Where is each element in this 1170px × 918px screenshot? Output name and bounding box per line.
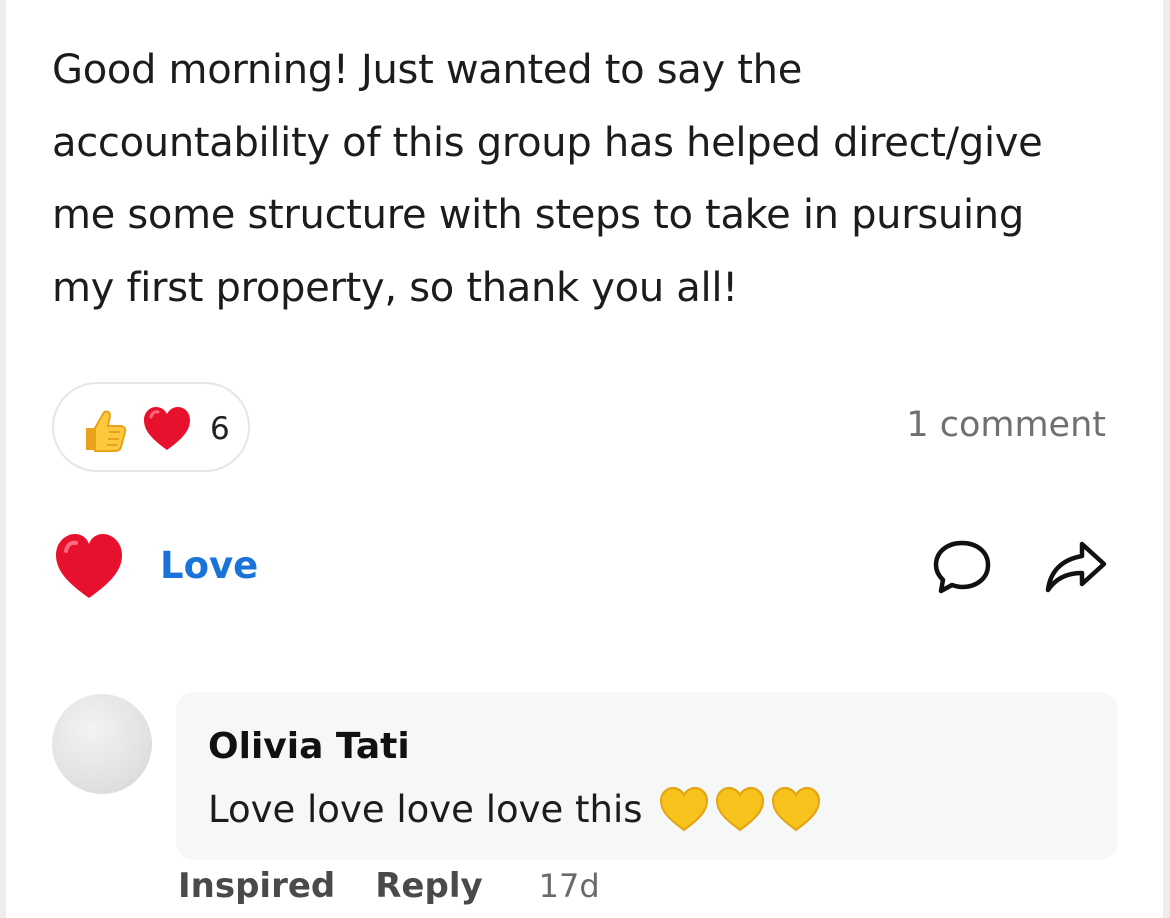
reply-button[interactable]: Reply <box>375 866 482 906</box>
right-frame-border <box>1163 0 1170 918</box>
comment-actions: Inspired Reply 17d <box>178 866 600 906</box>
comment-body: Love love love love this <box>208 784 825 834</box>
comment-text: Love love love love this <box>208 787 643 831</box>
left-frame-border <box>0 0 6 918</box>
comment-bubble: Olivia Tati Love love love love this <box>176 692 1118 860</box>
reaction-summary-pill[interactable]: 6 <box>52 382 250 472</box>
red-heart-icon <box>144 407 190 450</box>
speech-bubble-icon[interactable] <box>930 538 994 596</box>
comment-emojis <box>657 784 825 834</box>
comment-count-link[interactable]: 1 comment <box>906 405 1106 445</box>
comment-timestamp: 17d <box>538 867 600 905</box>
comment-reaction-button[interactable]: Inspired <box>178 866 335 906</box>
comment-author-name[interactable]: Olivia Tati <box>208 726 410 767</box>
post-body-text: Good morning! Just wanted to say the acc… <box>52 47 1043 311</box>
share-arrow-icon[interactable] <box>1040 538 1110 594</box>
yellow-heart-icon <box>659 786 708 832</box>
reaction-count: 6 <box>210 411 230 447</box>
avatar[interactable] <box>52 694 152 794</box>
red-heart-icon <box>56 534 122 598</box>
love-reaction-label: Love <box>160 544 259 587</box>
yellow-heart-icon <box>715 786 764 832</box>
yellow-heart-icon <box>771 786 820 832</box>
thumbs-up-icon <box>86 410 127 452</box>
